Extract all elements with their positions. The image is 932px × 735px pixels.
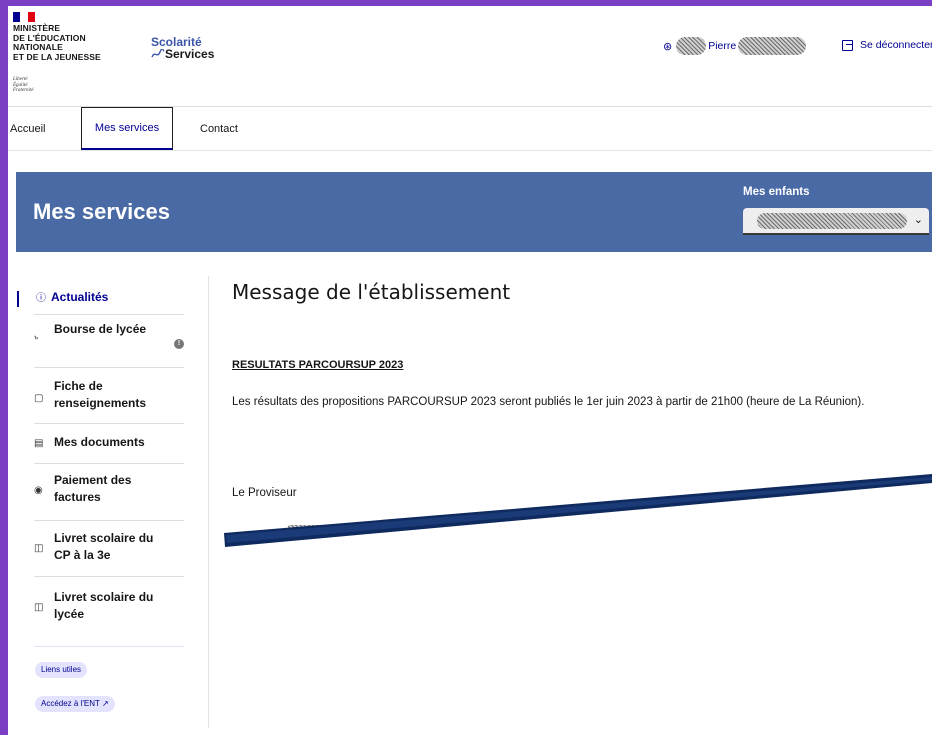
page: MINISTÈRE DE L'ÉDUCATION NATIONALE ET DE… bbox=[8, 6, 932, 735]
redaction-strike-line bbox=[224, 474, 932, 547]
